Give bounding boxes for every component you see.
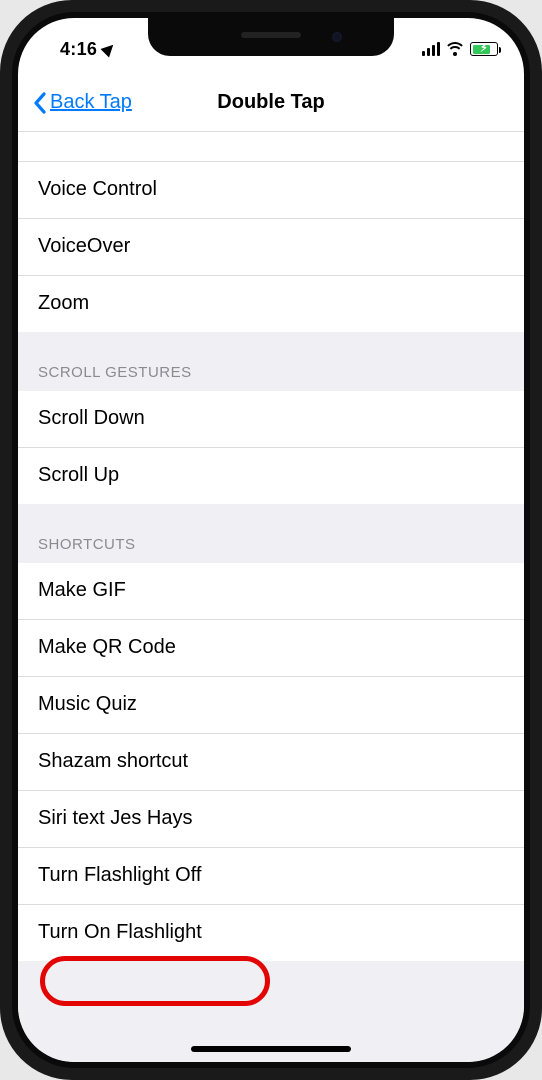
settings-list[interactable]: Voice Control VoiceOver Zoom SCROLL GEST… bbox=[18, 132, 524, 1062]
row-label: VoiceOver bbox=[38, 235, 130, 257]
row-shazam-shortcut[interactable]: Shazam shortcut bbox=[18, 734, 524, 791]
row-label: Make GIF bbox=[38, 579, 126, 601]
cellular-signal-icon bbox=[422, 42, 440, 56]
group-scroll-gestures: Scroll Down Scroll Up bbox=[18, 391, 524, 504]
row-voiceover[interactable]: VoiceOver bbox=[18, 219, 524, 276]
front-camera bbox=[332, 32, 342, 42]
row-turn-flashlight-off[interactable]: Turn Flashlight Off bbox=[18, 848, 524, 905]
partial-previous-row[interactable] bbox=[18, 132, 524, 162]
row-label: Siri text Jes Hays bbox=[38, 807, 192, 829]
section-header-scroll-gestures: SCROLL GESTURES bbox=[18, 332, 524, 391]
row-label: Zoom bbox=[38, 292, 89, 314]
nav-bar: Back Tap Double Tap bbox=[18, 74, 524, 132]
row-label: Shazam shortcut bbox=[38, 750, 188, 772]
battery-charging-icon: ⚡︎ bbox=[470, 42, 498, 56]
row-label: Music Quiz bbox=[38, 693, 137, 715]
row-siri-text-jes-hays[interactable]: Siri text Jes Hays bbox=[18, 791, 524, 848]
notch bbox=[148, 18, 394, 56]
row-zoom[interactable]: Zoom bbox=[18, 276, 524, 332]
row-label: Scroll Down bbox=[38, 407, 145, 429]
bottom-spacer bbox=[18, 961, 524, 1005]
page-title: Double Tap bbox=[217, 91, 324, 114]
row-scroll-up[interactable]: Scroll Up bbox=[18, 448, 524, 504]
group-shortcuts: Make GIF Make QR Code Music Quiz Shazam … bbox=[18, 563, 524, 961]
back-button[interactable]: Back Tap bbox=[32, 91, 132, 115]
row-label: Make QR Code bbox=[38, 636, 176, 658]
row-label: Voice Control bbox=[38, 178, 157, 200]
home-indicator[interactable] bbox=[191, 1046, 351, 1052]
row-music-quiz[interactable]: Music Quiz bbox=[18, 677, 524, 734]
row-make-gif[interactable]: Make GIF bbox=[18, 563, 524, 620]
section-header-shortcuts: SHORTCUTS bbox=[18, 504, 524, 563]
chevron-left-icon bbox=[32, 91, 48, 115]
row-label: Turn On Flashlight bbox=[38, 921, 202, 943]
wifi-icon bbox=[446, 42, 464, 56]
row-turn-on-flashlight[interactable]: Turn On Flashlight bbox=[18, 905, 524, 961]
status-time: 4:16 bbox=[60, 39, 115, 60]
row-make-qr-code[interactable]: Make QR Code bbox=[18, 620, 524, 677]
row-scroll-down[interactable]: Scroll Down bbox=[18, 391, 524, 448]
row-voice-control[interactable]: Voice Control bbox=[18, 162, 524, 219]
group-accessibility: Voice Control VoiceOver Zoom bbox=[18, 162, 524, 332]
row-label: Turn Flashlight Off bbox=[38, 864, 201, 886]
location-icon bbox=[101, 41, 118, 58]
phone-frame: 4:16 ⚡︎ Back bbox=[0, 0, 542, 1080]
row-label: Scroll Up bbox=[38, 464, 119, 486]
screen: 4:16 ⚡︎ Back bbox=[18, 18, 524, 1062]
back-label: Back Tap bbox=[50, 91, 132, 114]
